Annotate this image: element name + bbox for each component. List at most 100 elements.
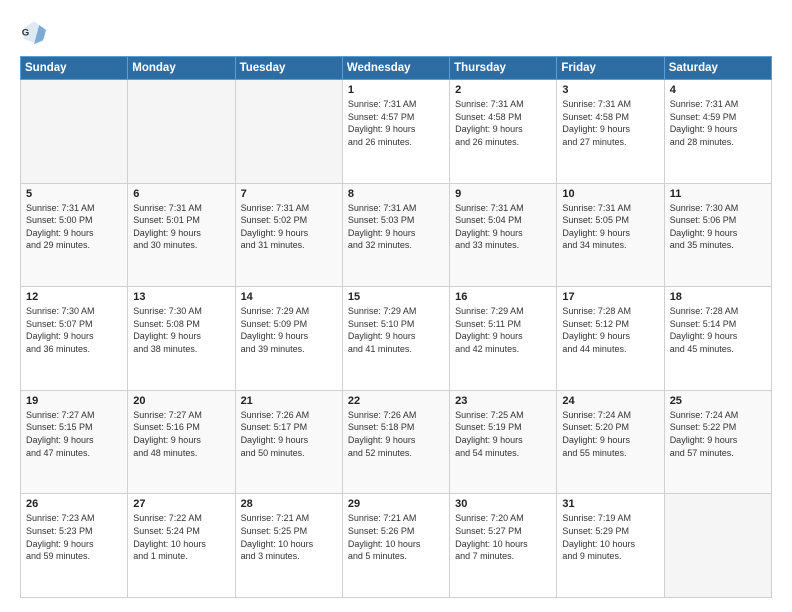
- day-info: Sunrise: 7:30 AMSunset: 5:08 PMDaylight:…: [133, 305, 229, 355]
- calendar-cell: 7 Sunrise: 7:31 AMSunset: 5:02 PMDaylight…: [235, 183, 342, 287]
- calendar-cell: 10 Sunrise: 7:31 AMSunset: 5:05 PMDayligh…: [557, 183, 664, 287]
- calendar-cell: 23 Sunrise: 7:25 AMSunset: 5:19 PMDayligh…: [450, 390, 557, 494]
- calendar-cell: 26 Sunrise: 7:23 AMSunset: 5:23 PMDayligh…: [21, 494, 128, 598]
- day-info: Sunrise: 7:29 AMSunset: 5:10 PMDaylight:…: [348, 305, 444, 355]
- day-number: 10: [562, 188, 658, 200]
- day-number: 23: [455, 395, 551, 407]
- day-number: 18: [670, 291, 766, 303]
- day-number: 2: [455, 84, 551, 96]
- weekday-header-monday: Monday: [128, 57, 235, 80]
- week-row-4: 19 Sunrise: 7:27 AMSunset: 5:15 PMDayligh…: [21, 390, 772, 494]
- day-info: Sunrise: 7:31 AMSunset: 5:05 PMDaylight:…: [562, 202, 658, 252]
- calendar-cell: 30Sunrise: 7:20 AMSunset: 5:27 PMDayligh…: [450, 494, 557, 598]
- day-info: Sunrise: 7:28 AMSunset: 5:12 PMDaylight:…: [562, 305, 658, 355]
- weekday-header-wednesday: Wednesday: [342, 57, 449, 80]
- day-number: 19: [26, 395, 122, 407]
- day-info: Sunrise: 7:23 AMSunset: 5:23 PMDaylight:…: [26, 512, 122, 562]
- day-number: 11: [670, 188, 766, 200]
- day-info: Sunrise: 7:31 AMSunset: 5:01 PMDaylight:…: [133, 202, 229, 252]
- calendar-table: SundayMondayTuesdayWednesdayThursdayFrid…: [20, 56, 772, 598]
- calendar-cell: 6 Sunrise: 7:31 AMSunset: 5:01 PMDaylight…: [128, 183, 235, 287]
- calendar-cell: [235, 80, 342, 184]
- calendar-cell: [21, 80, 128, 184]
- day-number: 12: [26, 291, 122, 303]
- calendar-cell: 20 Sunrise: 7:27 AMSunset: 5:16 PMDayligh…: [128, 390, 235, 494]
- day-number: 26: [26, 498, 122, 510]
- day-info: Sunrise: 7:29 AMSunset: 5:09 PMDaylight:…: [241, 305, 337, 355]
- calendar-cell: 4Sunrise: 7:31 AMSunset: 4:59 PMDaylight…: [664, 80, 771, 184]
- day-number: 9: [455, 188, 551, 200]
- day-info: Sunrise: 7:25 AMSunset: 5:19 PMDaylight:…: [455, 409, 551, 459]
- day-info: Sunrise: 7:30 AMSunset: 5:06 PMDaylight:…: [670, 202, 766, 252]
- header: G: [20, 18, 772, 46]
- day-number: 17: [562, 291, 658, 303]
- day-number: 6: [133, 188, 229, 200]
- day-info: Sunrise: 7:26 AMSunset: 5:17 PMDaylight:…: [241, 409, 337, 459]
- calendar-cell: 22Sunrise: 7:26 AMSunset: 5:18 PMDayligh…: [342, 390, 449, 494]
- svg-text:G: G: [22, 28, 29, 39]
- calendar-cell: 18 Sunrise: 7:28 AMSunset: 5:14 PMDayligh…: [664, 287, 771, 391]
- day-info: Sunrise: 7:31 AMSunset: 4:58 PMDaylight:…: [562, 98, 658, 148]
- week-row-2: 5 Sunrise: 7:31 AMSunset: 5:00 PMDaylight…: [21, 183, 772, 287]
- calendar-cell: 14 Sunrise: 7:29 AMSunset: 5:09 PMDayligh…: [235, 287, 342, 391]
- calendar-cell: 27Sunrise: 7:22 AMSunset: 5:24 PMDayligh…: [128, 494, 235, 598]
- calendar-cell: 2 Sunrise: 7:31 AMSunset: 4:58 PMDaylight…: [450, 80, 557, 184]
- day-info: Sunrise: 7:24 AMSunset: 5:22 PMDaylight:…: [670, 409, 766, 459]
- calendar-cell: 11 Sunrise: 7:30 AMSunset: 5:06 PMDayligh…: [664, 183, 771, 287]
- calendar-cell: 29Sunrise: 7:21 AMSunset: 5:26 PMDayligh…: [342, 494, 449, 598]
- day-number: 1: [348, 84, 444, 96]
- day-info: Sunrise: 7:31 AMSunset: 5:03 PMDaylight:…: [348, 202, 444, 252]
- calendar-cell: 19 Sunrise: 7:27 AMSunset: 5:15 PMDayligh…: [21, 390, 128, 494]
- day-info: Sunrise: 7:21 AMSunset: 5:26 PMDaylight:…: [348, 512, 444, 562]
- calendar-cell: 28 Sunrise: 7:21 AMSunset: 5:25 PMDayligh…: [235, 494, 342, 598]
- day-number: 3: [562, 84, 658, 96]
- day-info: Sunrise: 7:28 AMSunset: 5:14 PMDaylight:…: [670, 305, 766, 355]
- day-info: Sunrise: 7:31 AMSunset: 4:57 PMDaylight:…: [348, 98, 444, 148]
- calendar-cell: [128, 80, 235, 184]
- calendar-cell: 21 Sunrise: 7:26 AMSunset: 5:17 PMDayligh…: [235, 390, 342, 494]
- day-number: 27: [133, 498, 229, 510]
- day-info: Sunrise: 7:27 AMSunset: 5:15 PMDaylight:…: [26, 409, 122, 459]
- day-number: 28: [241, 498, 337, 510]
- calendar-cell: 3 Sunrise: 7:31 AMSunset: 4:58 PMDaylight…: [557, 80, 664, 184]
- day-info: Sunrise: 7:24 AMSunset: 5:20 PMDaylight:…: [562, 409, 658, 459]
- day-number: 8: [348, 188, 444, 200]
- day-info: Sunrise: 7:31 AMSunset: 5:04 PMDaylight:…: [455, 202, 551, 252]
- day-number: 5: [26, 188, 122, 200]
- day-info: Sunrise: 7:29 AMSunset: 5:11 PMDaylight:…: [455, 305, 551, 355]
- calendar-cell: [664, 494, 771, 598]
- calendar-cell: 24Sunrise: 7:24 AMSunset: 5:20 PMDayligh…: [557, 390, 664, 494]
- day-number: 15: [348, 291, 444, 303]
- weekday-header-thursday: Thursday: [450, 57, 557, 80]
- day-number: 31: [562, 498, 658, 510]
- day-number: 14: [241, 291, 337, 303]
- calendar-cell: 12 Sunrise: 7:30 AMSunset: 5:07 PMDayligh…: [21, 287, 128, 391]
- day-info: Sunrise: 7:21 AMSunset: 5:25 PMDaylight:…: [241, 512, 337, 562]
- calendar-cell: 25Sunrise: 7:24 AMSunset: 5:22 PMDayligh…: [664, 390, 771, 494]
- day-number: 4: [670, 84, 766, 96]
- day-info: Sunrise: 7:31 AMSunset: 4:58 PMDaylight:…: [455, 98, 551, 148]
- day-number: 13: [133, 291, 229, 303]
- day-number: 20: [133, 395, 229, 407]
- weekday-header-saturday: Saturday: [664, 57, 771, 80]
- logo-icon: G: [20, 18, 48, 46]
- calendar-cell: 5 Sunrise: 7:31 AMSunset: 5:00 PMDaylight…: [21, 183, 128, 287]
- day-info: Sunrise: 7:20 AMSunset: 5:27 PMDaylight:…: [455, 512, 551, 562]
- calendar-cell: 15 Sunrise: 7:29 AMSunset: 5:10 PMDayligh…: [342, 287, 449, 391]
- day-info: Sunrise: 7:31 AMSunset: 5:02 PMDaylight:…: [241, 202, 337, 252]
- day-info: Sunrise: 7:19 AMSunset: 5:29 PMDaylight:…: [562, 512, 658, 562]
- day-number: 21: [241, 395, 337, 407]
- week-row-5: 26 Sunrise: 7:23 AMSunset: 5:23 PMDayligh…: [21, 494, 772, 598]
- calendar-cell: 17 Sunrise: 7:28 AMSunset: 5:12 PMDayligh…: [557, 287, 664, 391]
- calendar-cell: 9 Sunrise: 7:31 AMSunset: 5:04 PMDaylight…: [450, 183, 557, 287]
- calendar-cell: 31 Sunrise: 7:19 AMSunset: 5:29 PMDayligh…: [557, 494, 664, 598]
- day-info: Sunrise: 7:30 AMSunset: 5:07 PMDaylight:…: [26, 305, 122, 355]
- calendar-cell: 13 Sunrise: 7:30 AMSunset: 5:08 PMDayligh…: [128, 287, 235, 391]
- calendar-cell: 8 Sunrise: 7:31 AMSunset: 5:03 PMDaylight…: [342, 183, 449, 287]
- weekday-header-sunday: Sunday: [21, 57, 128, 80]
- day-info: Sunrise: 7:27 AMSunset: 5:16 PMDaylight:…: [133, 409, 229, 459]
- day-info: Sunrise: 7:26 AMSunset: 5:18 PMDaylight:…: [348, 409, 444, 459]
- day-number: 7: [241, 188, 337, 200]
- day-info: Sunrise: 7:31 AMSunset: 5:00 PMDaylight:…: [26, 202, 122, 252]
- week-row-3: 12 Sunrise: 7:30 AMSunset: 5:07 PMDayligh…: [21, 287, 772, 391]
